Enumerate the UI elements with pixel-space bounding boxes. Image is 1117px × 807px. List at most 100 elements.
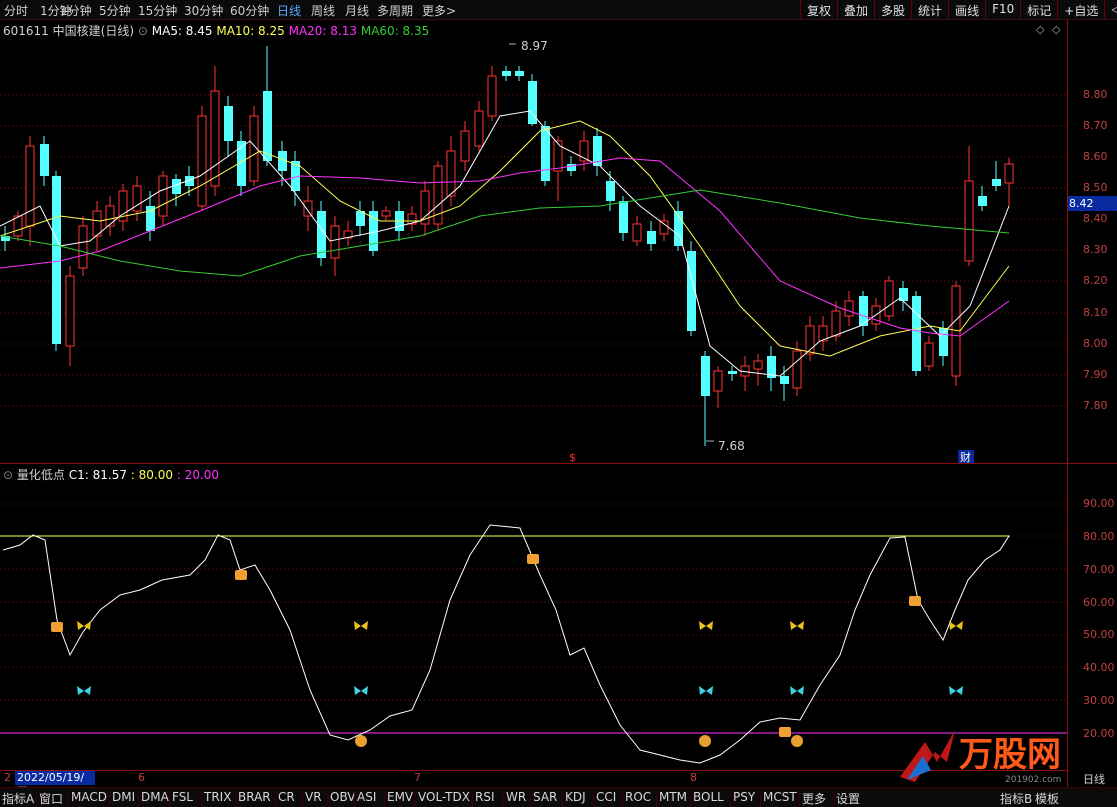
money-bag-icon — [355, 735, 367, 747]
candlestick-chart: 8.97 7.68 $ 财 — [0, 39, 1067, 464]
indicator-tab-14[interactable]: RSI — [475, 790, 495, 804]
mark-button[interactable]: 标记 — [1020, 0, 1057, 19]
butterfly-icon — [699, 686, 713, 695]
candle-body-down — [515, 71, 524, 76]
tab-fenshi[interactable]: 分时 — [4, 2, 28, 19]
tab-separator — [562, 788, 563, 807]
diamond-icon-2[interactable]: ◇ — [1052, 23, 1060, 36]
signal-tag-icon — [51, 622, 63, 632]
money-bag-icon — [791, 735, 803, 747]
candle-body-down — [701, 356, 710, 396]
candle-body-up — [964, 180, 974, 262]
tab-separator — [235, 788, 236, 807]
candle-body-down — [52, 176, 61, 344]
tab-separator — [36, 788, 37, 807]
indicator-tab-20[interactable]: MTM — [659, 790, 687, 804]
fuquan-button[interactable]: 复权 — [800, 0, 837, 19]
candle-body-down — [369, 211, 378, 251]
ma20-line — [0, 157, 1010, 337]
indicator-tab-6[interactable]: TRIX — [204, 790, 231, 804]
indicator-tab-5[interactable]: FSL — [172, 790, 193, 804]
tab-separator — [354, 788, 355, 807]
candle-body-down — [40, 144, 49, 176]
candle-body-up — [831, 310, 841, 337]
indicator-tab-18[interactable]: CCI — [596, 790, 616, 804]
butterfly-icon-wing — [699, 686, 713, 695]
butterfly-icon — [354, 621, 368, 630]
indicator-tab-17[interactable]: KDJ — [565, 790, 586, 804]
indicator-b-tab-0[interactable]: 指标B — [1000, 790, 1032, 807]
tab-separator — [138, 788, 139, 807]
candle-body-down — [619, 201, 628, 233]
butterfly-icon — [699, 621, 713, 630]
tab-separator — [760, 788, 761, 807]
finance-marker[interactable]: 财 — [960, 450, 971, 464]
ma5-line — [0, 110, 1010, 377]
right-toolbar: 复权 叠加 多股 统计 画线 F10 标记 +自选 ◁ — [800, 0, 1117, 19]
tab-separator — [690, 788, 691, 807]
tab-monthly[interactable]: 月线 — [345, 2, 369, 19]
indicator-tab-11[interactable]: ASI — [357, 790, 376, 804]
f10-button[interactable]: F10 — [985, 0, 1020, 19]
collapse-icon[interactable]: ◁ — [1104, 0, 1117, 19]
money-bag-icon — [699, 735, 711, 747]
draw-line-button[interactable]: 画线 — [948, 0, 985, 19]
tab-separator — [275, 788, 276, 807]
indicator-b-tab-1[interactable]: 模板 — [1035, 790, 1059, 807]
diamond-icon[interactable]: ◇ — [1036, 23, 1044, 36]
butterfly-icon-wing — [790, 686, 804, 695]
tab-30min[interactable]: 30分钟 — [184, 2, 223, 19]
indicator-tab-4[interactable]: DMA — [141, 790, 169, 804]
indicator-tab-23[interactable]: MCST — [763, 790, 797, 804]
candle-body-up — [844, 300, 854, 317]
candle-body-down — [978, 196, 987, 206]
indicator-tab-12[interactable]: EMV — [387, 790, 413, 804]
butterfly-icon — [790, 621, 804, 630]
tab-15min[interactable]: 15分钟 — [138, 2, 177, 19]
indicator-tab-22[interactable]: PSY — [733, 790, 755, 804]
candle-body-up — [158, 175, 168, 217]
tab-separator — [327, 788, 328, 807]
indicator-tab-19[interactable]: ROC — [625, 790, 651, 804]
candle-body-down — [502, 71, 511, 76]
add-watchlist-button[interactable]: +自选 — [1057, 0, 1104, 19]
candle-body-up — [197, 115, 207, 207]
indicator-tab-16[interactable]: SAR — [533, 790, 557, 804]
tab-weekly[interactable]: 周线 — [311, 2, 335, 19]
overlay-button[interactable]: 叠加 — [837, 0, 874, 19]
tab-more[interactable]: 更多> — [422, 2, 456, 19]
candle-body-down — [992, 179, 1001, 186]
tab-separator — [503, 788, 504, 807]
multi-stock-button[interactable]: 多股 — [874, 0, 911, 19]
indicator-tab-25[interactable]: 设置 — [836, 790, 860, 807]
indicator-tab-0[interactable]: 指标A — [2, 790, 34, 807]
indicator-tab-7[interactable]: BRAR — [238, 790, 271, 804]
candle-body-down — [912, 296, 921, 371]
tab-5min[interactable]: 5分钟 — [99, 2, 131, 19]
tab-1min-alt[interactable]: 1分钟 — [60, 2, 92, 19]
butterfly-icon — [77, 686, 91, 695]
tab-multi-period[interactable]: 多周期 — [377, 2, 413, 19]
stats-button[interactable]: 统计 — [911, 0, 948, 19]
indicator-tab-24[interactable]: 更多 — [802, 790, 826, 807]
butterfly-icon-wing — [949, 686, 963, 695]
indicator-tab-2[interactable]: MACD — [71, 790, 107, 804]
axis-divider — [1067, 20, 1068, 787]
indicator-tab-15[interactable]: WR — [506, 790, 526, 804]
indicator-tab-8[interactable]: CR — [278, 790, 295, 804]
tab-60min[interactable]: 60分钟 — [230, 2, 269, 19]
tab-daily[interactable]: 日线 — [277, 2, 301, 19]
indicator-tab-9[interactable]: VR — [305, 790, 322, 804]
tab-separator — [109, 788, 110, 807]
indicator-tab-13[interactable]: VOL-TDX — [418, 790, 470, 804]
tab-separator — [169, 788, 170, 807]
indicator-tab-1[interactable]: 窗口 — [39, 790, 63, 807]
indicator-tab-10[interactable]: OBV — [330, 790, 356, 804]
indicator-tabs: 指标A 窗口 MACD DMI DMA FSL TRIX BRAR CR VR OBV ASI EMV V… — [0, 787, 1117, 807]
indicator-tab-3[interactable]: DMI — [112, 790, 135, 804]
signal-tag-icon — [909, 596, 921, 606]
indicator-tab-21[interactable]: BOLL — [693, 790, 724, 804]
period-toolbar: 分时 1分钟 5分钟 1分钟 15分钟 30分钟 60分钟 日线 周线 月线 多… — [0, 0, 1117, 20]
signal-tag-icon — [779, 727, 791, 737]
butterfly-icon — [949, 686, 963, 695]
